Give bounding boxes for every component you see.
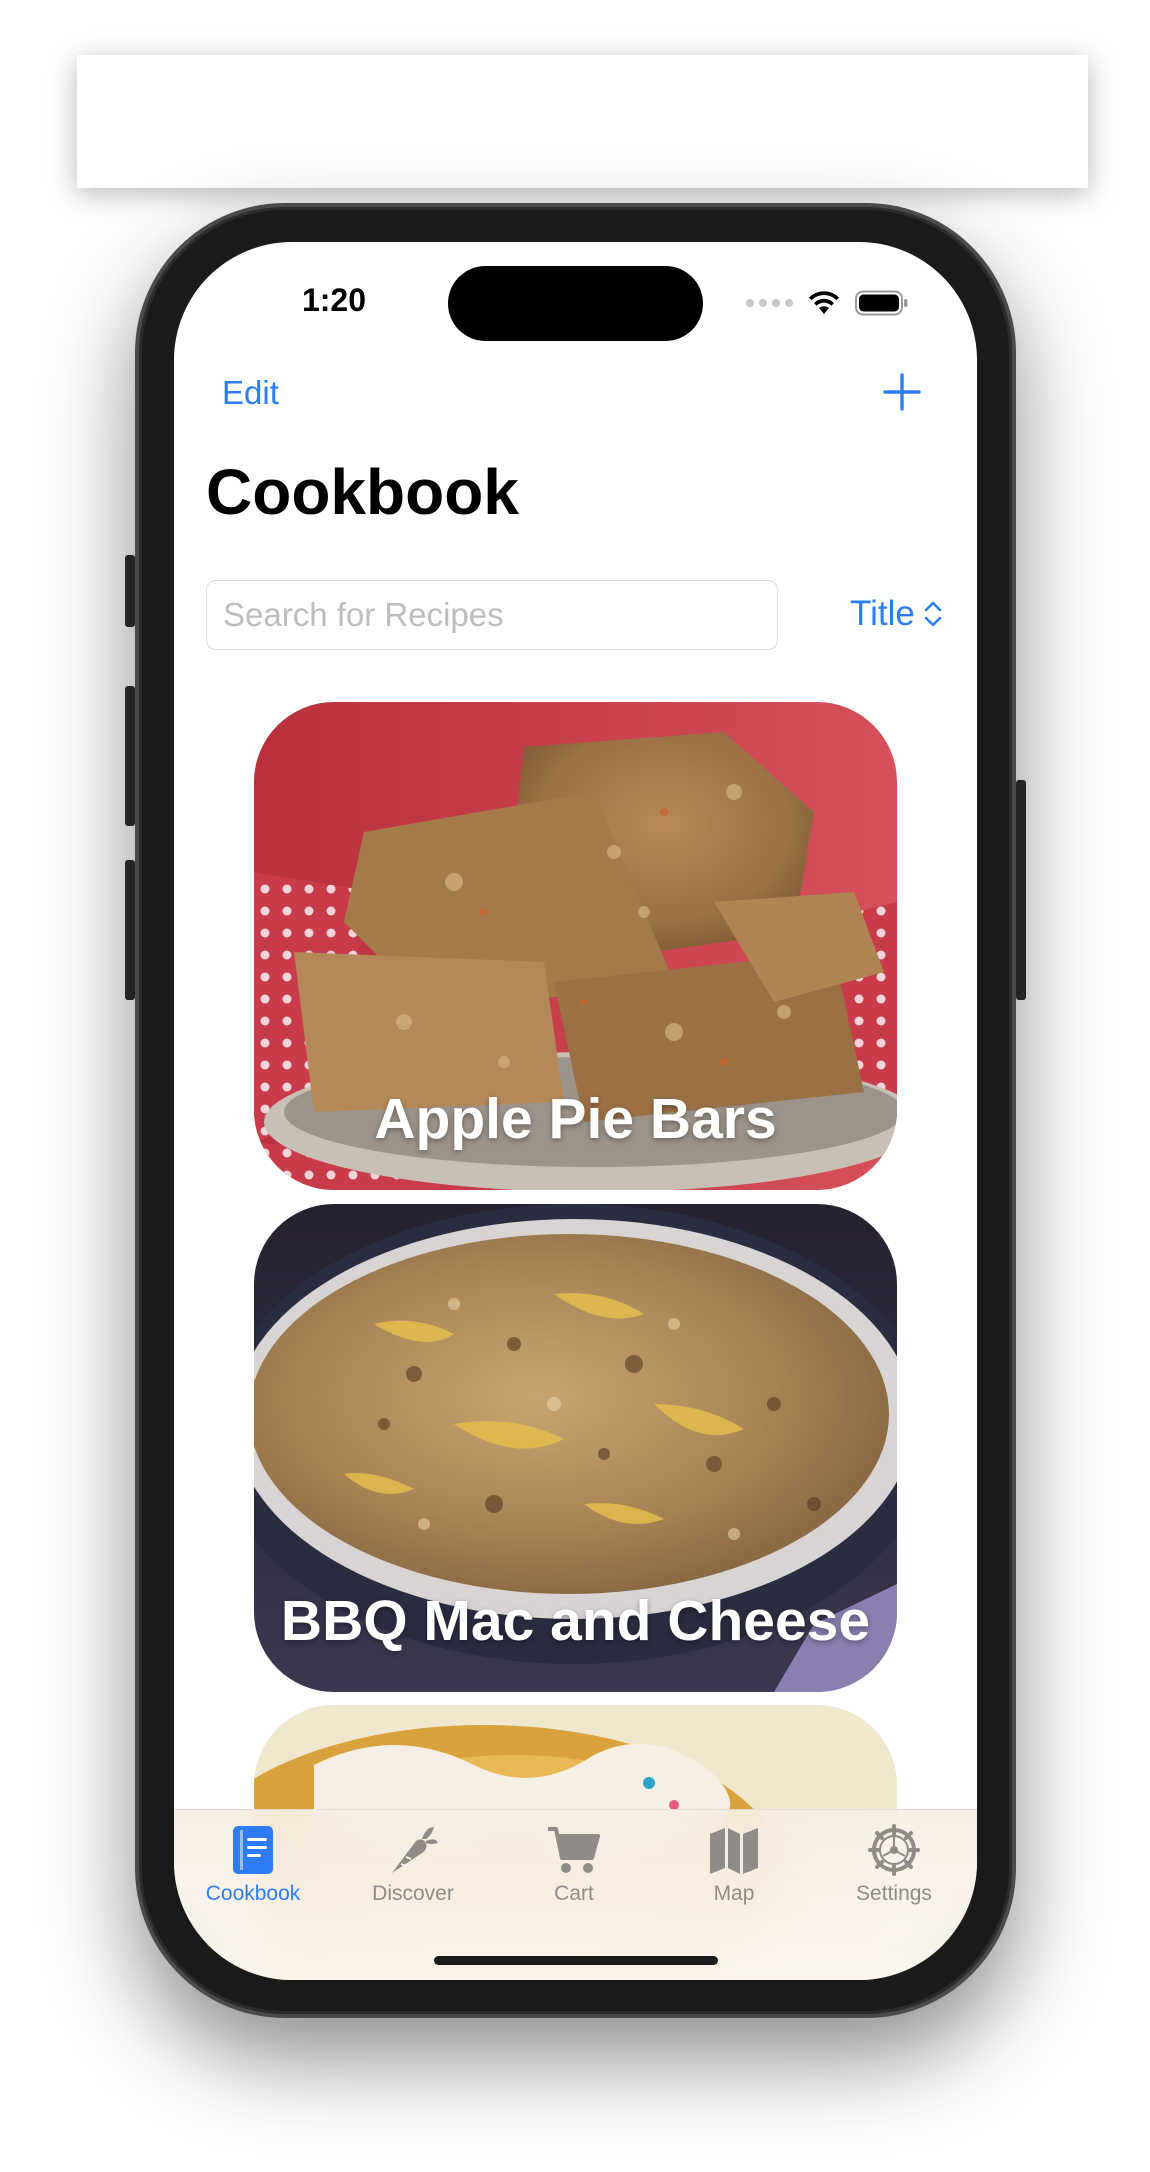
tab-label: Cart xyxy=(554,1882,594,1905)
tab-cookbook[interactable]: Cookbook xyxy=(188,1822,318,1906)
cart-icon xyxy=(548,1827,600,1873)
recipe-card[interactable]: BBQ Mac and Cheese xyxy=(254,1204,897,1692)
add-recipe-button[interactable] xyxy=(882,372,922,412)
status-icons xyxy=(746,288,909,318)
cellular-dots-icon xyxy=(746,299,793,307)
book-icon xyxy=(233,1826,273,1874)
tab-settings[interactable]: Settings xyxy=(829,1822,959,1906)
tab-label: Discover xyxy=(372,1882,454,1905)
volume-up-button xyxy=(125,686,135,826)
recipe-title: Apple Pie Bars xyxy=(374,1087,777,1151)
search-field[interactable] xyxy=(206,580,778,650)
dynamic-island xyxy=(448,266,703,341)
status-time: 1:20 xyxy=(301,282,367,318)
tab-bar: Cookbook Discover Cart Map Settings xyxy=(174,1809,977,1980)
sort-label: Title xyxy=(850,594,915,633)
tab-label: Map xyxy=(713,1882,755,1905)
edit-button[interactable]: Edit xyxy=(222,374,279,412)
volume-down-button xyxy=(125,860,135,1000)
home-indicator[interactable] xyxy=(434,1956,718,1965)
tab-label: Cookbook xyxy=(205,1882,301,1905)
sort-button[interactable]: Title xyxy=(850,594,943,634)
chevron-up-down-icon xyxy=(924,601,942,627)
power-button xyxy=(1016,780,1026,1000)
tab-label: Settings xyxy=(856,1882,932,1905)
action-button xyxy=(125,555,135,627)
carrot-icon xyxy=(392,1827,438,1873)
recipe-title: BBQ Mac and Cheese xyxy=(280,1589,871,1653)
recipe-card[interactable]: Apple Pie Bars xyxy=(254,702,897,1190)
tab-cart[interactable]: Cart xyxy=(509,1822,639,1906)
app-screen: 1:20 Edit Cookbook Title xyxy=(174,242,977,1980)
wifi-icon xyxy=(809,291,839,314)
top-banner xyxy=(77,55,1088,188)
plus-icon xyxy=(883,373,921,411)
battery-icon xyxy=(855,290,908,316)
tab-map[interactable]: Map xyxy=(669,1822,799,1906)
tab-discover[interactable]: Discover xyxy=(348,1822,478,1906)
search-input[interactable] xyxy=(223,596,777,634)
gear-icon xyxy=(868,1824,920,1876)
page-title: Cookbook xyxy=(206,456,519,528)
map-icon xyxy=(710,1828,758,1874)
